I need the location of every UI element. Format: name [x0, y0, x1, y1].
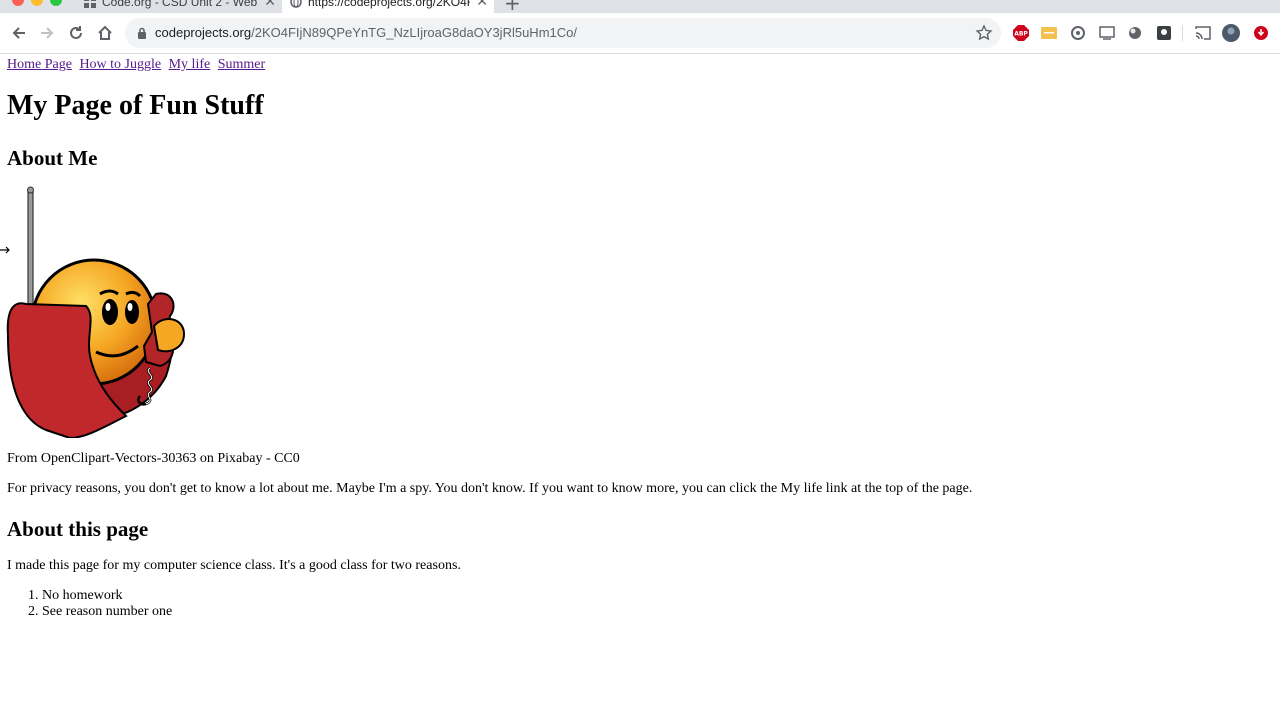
page-content: Home Page How to Juggle My life Summer M… — [0, 54, 1280, 720]
forward-icon[interactable] — [38, 24, 56, 42]
window-minimize-button[interactable] — [31, 0, 43, 6]
tab-codeprojects[interactable]: https://codeprojects.org/2KO4FIjN89QPeYn… — [282, 0, 494, 13]
nav-link-how-to-juggle[interactable]: How to Juggle — [79, 57, 161, 72]
back-icon[interactable] — [10, 24, 28, 42]
tab-strip: Code.org - CSD Unit 2 - Web Development … — [0, 0, 1280, 13]
about-me-heading: About Me — [7, 146, 98, 170]
extension-red-icon[interactable] — [1253, 25, 1269, 41]
abp-icon[interactable]: ABP — [1013, 25, 1029, 41]
url-host: codeprojects.org — [155, 25, 252, 40]
spy-smiley-clipart — [6, 186, 186, 438]
window-close-button[interactable] — [12, 0, 24, 6]
tab-close-button[interactable]: ✕ — [476, 0, 488, 13]
made-paragraph: I made this page for my computer science… — [7, 558, 461, 573]
abp-label: ABP — [1014, 31, 1028, 38]
cast-icon[interactable] — [1195, 25, 1211, 41]
about-page-heading: About this page — [7, 517, 149, 541]
image-credit: From OpenClipart-Vectors-30363 on Pixaba… — [7, 451, 300, 466]
nav-link-my-life[interactable]: My life — [169, 57, 211, 72]
home-icon[interactable] — [96, 24, 114, 42]
page-title: My Page of Fun Stuff — [7, 90, 264, 121]
tab-codeorg[interactable]: Code.org - CSD Unit 2 - Web Development … — [76, 0, 282, 13]
toolbar-divider — [1182, 25, 1183, 41]
new-tab-button[interactable]: + — [504, 0, 521, 13]
bookmark-star-icon[interactable] — [975, 24, 993, 42]
globe-icon — [290, 0, 302, 8]
top-nav: Home Page How to Juggle My life Summer — [7, 57, 269, 73]
reasons-list: No homework See reason number one — [7, 588, 172, 620]
settings-extension-icon[interactable] — [1070, 25, 1086, 41]
screenshot-extension-icon[interactable] — [1099, 25, 1115, 41]
tab-title: https://codeprojects.org/2KO4FIjN89QPeYn… — [308, 0, 470, 9]
notes-extension-icon[interactable] — [1041, 25, 1057, 41]
browser-toolbar: codeprojects.org/2KO4FIjN89QPeYnTG_NzLIj… — [0, 13, 1280, 54]
privacy-paragraph: For privacy reasons, you don't get to kn… — [7, 481, 973, 496]
reload-icon[interactable] — [67, 24, 85, 42]
profile-avatar[interactable] — [1222, 24, 1240, 42]
shield-extension-icon[interactable] — [1156, 25, 1172, 41]
tab-close-button[interactable]: ✕ — [264, 0, 276, 13]
circle-extension-icon[interactable] — [1127, 25, 1143, 41]
nav-link-summer[interactable]: Summer — [218, 57, 265, 72]
lock-icon[interactable] — [137, 27, 147, 39]
window-zoom-button[interactable] — [50, 0, 62, 6]
grid-favicon-icon — [84, 0, 96, 8]
address-bar[interactable]: codeprojects.org/2KO4FIjN89QPeYnTG_NzLIj… — [125, 18, 1001, 48]
url-text[interactable]: codeprojects.org/2KO4FIjN89QPeYnTG_NzLIj… — [155, 18, 577, 48]
nav-link-home-page[interactable]: Home Page — [7, 57, 72, 72]
list-item: No homework — [42, 588, 172, 604]
tab-title: Code.org - CSD Unit 2 - Web Development — [102, 0, 258, 9]
url-path: /2KO4FIjN89QPeYnTG_NzLIjroaG8daOY3jRl5uH… — [251, 25, 577, 40]
list-item: See reason number one — [42, 604, 172, 620]
